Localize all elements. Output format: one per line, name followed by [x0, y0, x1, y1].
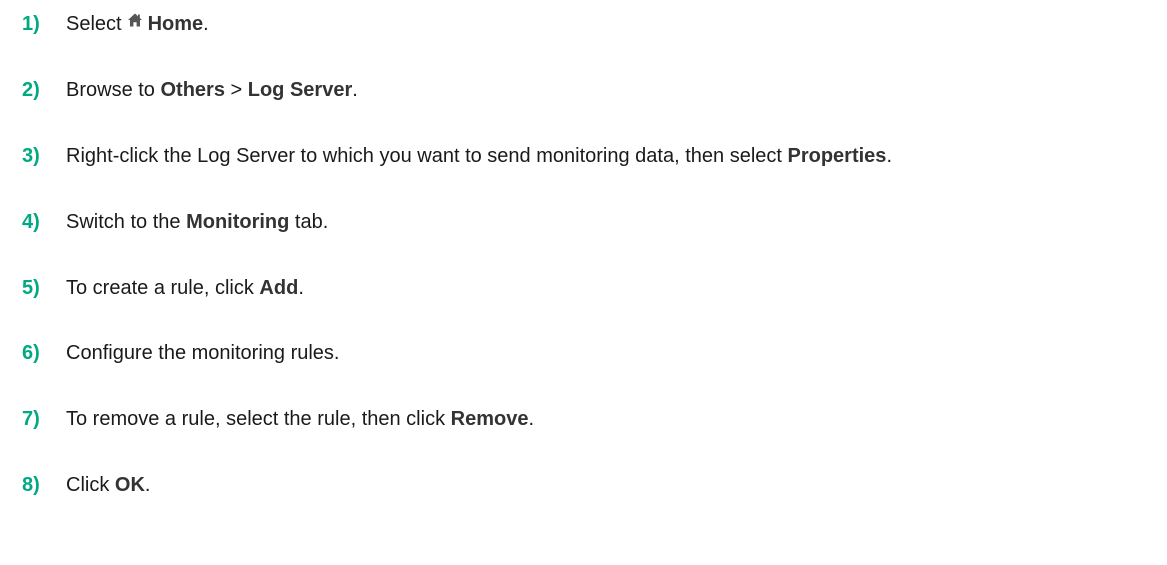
step-text-prefix: Browse to [66, 79, 161, 101]
step-text: Right-click the Log Server to which you … [66, 141, 892, 171]
step-text-prefix: To create a rule, click [66, 277, 260, 299]
step-number: 6) [22, 342, 40, 364]
step-text: To remove a rule, select the rule, then … [66, 404, 534, 434]
step-number: 7) [22, 408, 40, 430]
properties-label: Properties [787, 145, 887, 167]
step-text-suffix: . [298, 277, 304, 299]
step-number: 5) [22, 277, 40, 299]
step-7: 7) To remove a rule, select the rule, th… [22, 404, 534, 434]
ok-label: OK [114, 474, 145, 496]
step-text-prefix: Configure the monitoring rules. [66, 342, 340, 364]
others-label: Others [160, 79, 225, 101]
step-number: 4) [22, 211, 40, 233]
step-text-suffix: tab. [289, 211, 329, 233]
path-separator: > [224, 79, 248, 101]
remove-label: Remove [450, 408, 529, 430]
step-number: 3) [22, 145, 40, 167]
step-2: 2) Browse to Others > Log Server. [22, 75, 358, 105]
step-number: 2) [22, 79, 40, 101]
step-text-suffix: . [528, 408, 534, 430]
step-text: Select Home. [66, 9, 209, 40]
step-text-prefix: Switch to the [66, 211, 187, 233]
step-text-prefix: To remove a rule, select the rule, then … [66, 408, 451, 430]
step-text: Switch to the Monitoring tab. [66, 207, 328, 237]
step-text: To create a rule, click Add. [66, 273, 304, 303]
step-text-suffix: . [352, 79, 358, 101]
step-text: Configure the monitoring rules. [66, 338, 339, 368]
step-text-prefix: Right-click the Log Server to which you … [66, 145, 788, 167]
step-8: 8) Click OK. [22, 470, 150, 500]
home-icon [127, 7, 143, 37]
step-text-prefix: Select [66, 12, 122, 35]
step-text: Browse to Others > Log Server. [66, 75, 358, 105]
step-text-suffix: . [886, 145, 892, 167]
step-text-suffix: . [144, 474, 151, 496]
step-text-suffix: . [203, 12, 209, 35]
step-3: 3) Right-click the Log Server to which y… [22, 141, 892, 171]
step-6: 6) Configure the monitoring rules. [22, 338, 339, 368]
step-1: 1) Select Home. [22, 9, 209, 39]
log-server-label: Log Server [247, 79, 353, 101]
step-number: 8) [22, 474, 40, 496]
step-4: 4) Switch to the Monitoring tab. [22, 207, 328, 237]
step-number: 1) [22, 13, 40, 35]
monitoring-label: Monitoring [186, 211, 290, 233]
home-label: Home [147, 12, 204, 35]
step-5: 5) To create a rule, click Add. [22, 273, 304, 303]
step-text-prefix: Click [66, 474, 115, 496]
add-label: Add [259, 277, 299, 299]
step-text: Click OK. [66, 470, 150, 500]
